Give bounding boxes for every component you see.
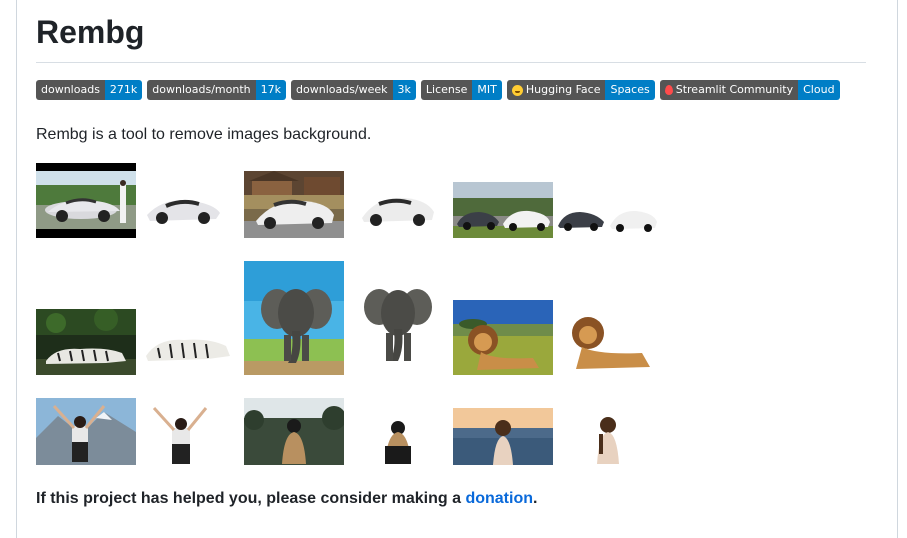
badge-label: Streamlit Community: [659, 80, 799, 100]
badge-value: Spaces: [605, 80, 655, 100]
car-2-removed-image[interactable]: [359, 192, 437, 228]
badge-hugging-face[interactable]: Hugging Face Spaces: [506, 80, 655, 100]
badge-value: Cloud: [798, 80, 840, 100]
car-3-removed-image[interactable]: [558, 206, 658, 232]
streamlit-icon: [664, 85, 673, 95]
badge-label: Hugging Face: [506, 80, 606, 100]
car-1-removed-image[interactable]: [144, 191, 222, 225]
car-2-original-image[interactable]: [244, 171, 344, 238]
badge-streamlit[interactable]: Streamlit Community Cloud: [659, 80, 840, 100]
girl-1-original-image[interactable]: [36, 398, 136, 465]
badge-value: 3k: [392, 80, 416, 100]
girl-2-original-image[interactable]: [244, 398, 344, 465]
badge-row: downloads 271k downloads/month 17k downl…: [36, 80, 840, 100]
car-3-original-image[interactable]: [453, 182, 553, 238]
girl-3-original-image[interactable]: [453, 408, 553, 465]
animal-2-removed-image[interactable]: [359, 285, 437, 367]
title-divider: [36, 62, 866, 63]
badge-label: downloads/week: [291, 80, 393, 100]
badge-license[interactable]: License MIT: [420, 80, 502, 100]
animal-3-removed-image[interactable]: [558, 311, 658, 371]
donation-link[interactable]: donation: [465, 490, 533, 507]
badge-value: 17k: [255, 80, 287, 100]
badge-value: MIT: [472, 80, 502, 100]
animal-3-original-image[interactable]: [453, 300, 553, 375]
badge-value: 271k: [104, 80, 143, 100]
intro-text: Rembg is a tool to remove images backgro…: [36, 126, 372, 143]
car-1-original-image[interactable]: [36, 163, 136, 238]
donation-footer: If this project has helped you, please c…: [36, 490, 538, 507]
animal-2-original-image[interactable]: [244, 261, 344, 375]
animal-1-original-image[interactable]: [36, 309, 136, 375]
girl-1-removed-image[interactable]: [144, 404, 222, 465]
badge-label: downloads: [36, 80, 105, 100]
badge-downloads-week[interactable]: downloads/week 3k: [291, 80, 416, 100]
animal-1-removed-image[interactable]: [144, 326, 232, 366]
hugging-face-icon: [511, 84, 523, 96]
girl-2-removed-image[interactable]: [381, 420, 415, 465]
badge-downloads[interactable]: downloads 271k: [36, 80, 143, 100]
badge-label: downloads/month: [147, 80, 256, 100]
badge-downloads-month[interactable]: downloads/month 17k: [147, 80, 287, 100]
badge-label: License: [420, 80, 473, 100]
page-title: Rembg: [36, 14, 145, 50]
girl-3-removed-image[interactable]: [593, 416, 623, 465]
